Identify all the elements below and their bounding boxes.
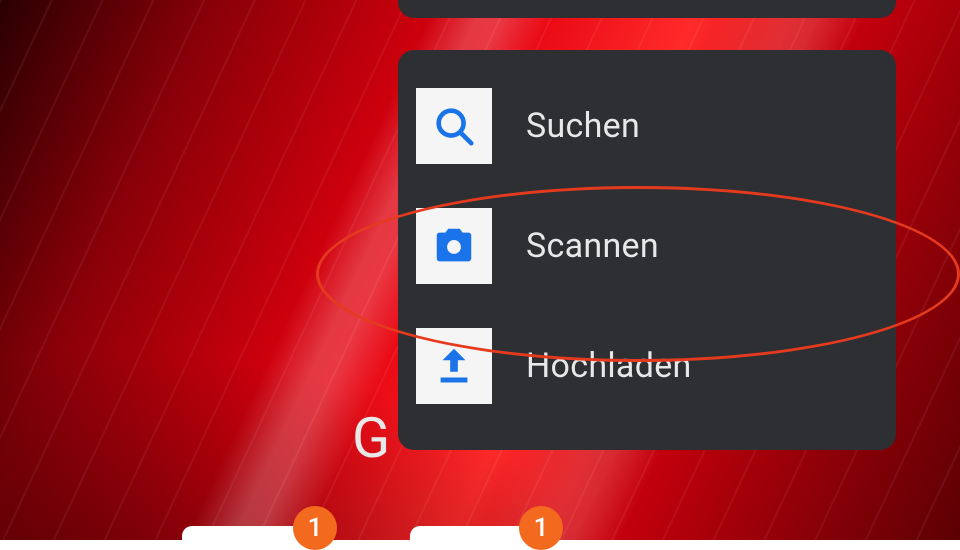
upload-icon xyxy=(416,328,492,404)
camera-icon xyxy=(416,208,492,284)
menu-item-label: Suchen xyxy=(526,106,640,146)
context-menu: Suchen Scannen Hochladen xyxy=(398,50,896,450)
card-above-partial xyxy=(398,0,896,18)
menu-item-search[interactable]: Suchen xyxy=(416,66,878,186)
menu-item-upload[interactable]: Hochladen xyxy=(416,306,878,426)
search-icon xyxy=(416,88,492,164)
background-letter: G xyxy=(352,405,390,471)
dock-partial: 1 1 xyxy=(0,506,960,540)
menu-item-scan[interactable]: Scannen xyxy=(416,186,878,306)
notification-badge: 1 xyxy=(519,506,563,550)
menu-item-label: Hochladen xyxy=(526,346,692,386)
notification-badge: 1 xyxy=(293,506,337,550)
menu-item-label: Scannen xyxy=(526,226,659,266)
dock-icon-partial[interactable] xyxy=(182,526,310,546)
